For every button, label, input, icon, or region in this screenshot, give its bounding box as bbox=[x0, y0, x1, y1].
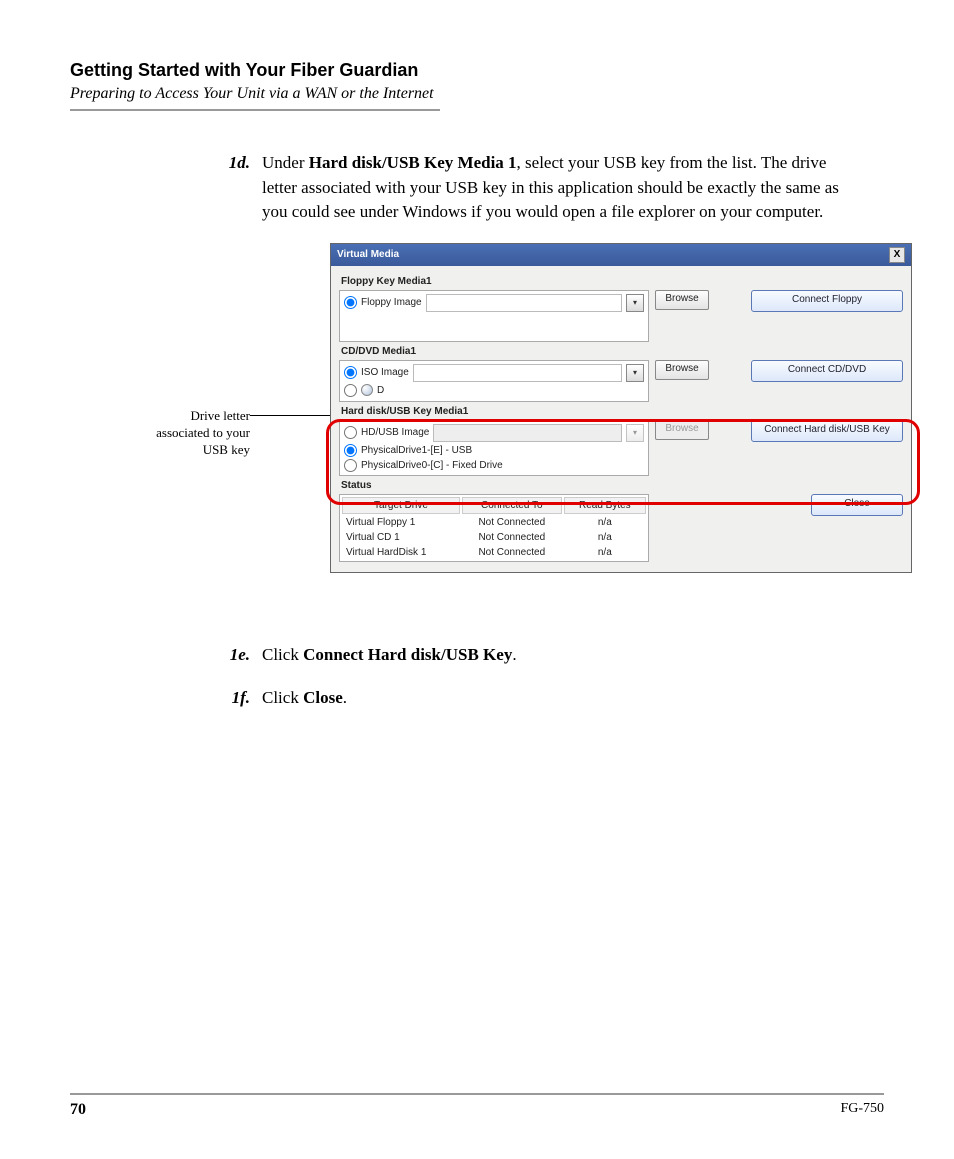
cell: n/a bbox=[564, 531, 646, 544]
dialog-titlebar[interactable]: Virtual Media X bbox=[331, 244, 911, 266]
table-row: Virtual HardDisk 1 Not Connected n/a bbox=[342, 546, 646, 559]
text: Under bbox=[262, 153, 309, 172]
step-text: Click Close. bbox=[262, 686, 844, 711]
step-number: 1d. bbox=[210, 151, 262, 225]
step-text: Under Hard disk/USB Key Media 1, select … bbox=[262, 151, 844, 225]
iso-image-radio[interactable] bbox=[344, 366, 357, 379]
footer-rule bbox=[70, 1093, 884, 1095]
step-1f: 1f. Click Close. bbox=[210, 686, 844, 711]
page-number: 70 bbox=[70, 1101, 86, 1119]
status-group-label: Status bbox=[341, 480, 903, 491]
dialog-title: Virtual Media bbox=[337, 249, 399, 260]
drive-option: PhysicalDrive1-[E] - USB bbox=[361, 445, 472, 456]
text: . bbox=[512, 645, 516, 664]
cell: Not Connected bbox=[462, 531, 562, 544]
callout-label: Drive letter associated to your USB key bbox=[150, 408, 250, 459]
col-target: Target Drive bbox=[342, 497, 460, 514]
cell: Virtual CD 1 bbox=[342, 531, 460, 544]
cell: Not Connected bbox=[462, 546, 562, 559]
hd-image-radio[interactable] bbox=[344, 426, 357, 439]
radio-label: Floppy Image bbox=[361, 297, 422, 308]
table-row: Virtual Floppy 1 Not Connected n/a bbox=[342, 516, 646, 529]
drive-option: PhysicalDrive0-[C] - Fixed Drive bbox=[361, 460, 503, 471]
col-connected: Connected To bbox=[462, 497, 562, 514]
table-row: Virtual CD 1 Not Connected n/a bbox=[342, 531, 646, 544]
iso-image-field[interactable] bbox=[413, 364, 622, 382]
step-number: 1e. bbox=[210, 643, 262, 668]
drive-letter: D bbox=[377, 385, 384, 396]
page-header-title: Getting Started with Your Fiber Guardian bbox=[70, 60, 884, 81]
cell: Virtual Floppy 1 bbox=[342, 516, 460, 529]
text: Click bbox=[262, 645, 303, 664]
col-read: Read Bytes bbox=[564, 497, 646, 514]
radio-label: HD/USB Image bbox=[361, 427, 429, 438]
bold-term: Hard disk/USB Key Media 1 bbox=[309, 153, 517, 172]
disc-icon bbox=[361, 384, 373, 396]
step-1d: 1d. Under Hard disk/USB Key Media 1, sel… bbox=[210, 151, 844, 225]
status-table: Target Drive Connected To Read Bytes Vir… bbox=[339, 494, 649, 562]
close-button[interactable]: Close bbox=[811, 494, 903, 516]
floppy-image-radio[interactable] bbox=[344, 296, 357, 309]
hd-group-label: Hard disk/USB Key Media1 bbox=[341, 406, 903, 417]
cd-drive-radio[interactable] bbox=[344, 384, 357, 397]
dropdown-icon[interactable] bbox=[626, 364, 644, 382]
cell: Virtual HardDisk 1 bbox=[342, 546, 460, 559]
cell: n/a bbox=[564, 516, 646, 529]
close-icon[interactable]: X bbox=[889, 247, 905, 263]
bold-term: Connect Hard disk/USB Key bbox=[303, 645, 512, 664]
floppy-group-label: Floppy Key Media1 bbox=[341, 276, 903, 287]
virtual-media-dialog: Virtual Media X Floppy Key Media1 Floppy… bbox=[330, 243, 912, 573]
radio-label: ISO Image bbox=[361, 367, 409, 378]
physical-drive1-radio[interactable] bbox=[344, 444, 357, 457]
browse-button[interactable]: Browse bbox=[655, 290, 709, 310]
text: . bbox=[343, 688, 347, 707]
connect-cd-button[interactable]: Connect CD/DVD bbox=[751, 360, 903, 382]
hd-image-field bbox=[433, 424, 622, 442]
bold-term: Close bbox=[303, 688, 343, 707]
browse-button: Browse bbox=[655, 420, 709, 440]
dropdown-icon[interactable] bbox=[626, 294, 644, 312]
doc-id: FG-750 bbox=[840, 1101, 884, 1119]
text: Click bbox=[262, 688, 303, 707]
page-footer: 70 FG-750 bbox=[70, 1093, 884, 1119]
floppy-image-field[interactable] bbox=[426, 294, 622, 312]
step-number: 1f. bbox=[210, 686, 262, 711]
step-text: Click Connect Hard disk/USB Key. bbox=[262, 643, 844, 668]
callout-line bbox=[250, 415, 333, 416]
cd-group-label: CD/DVD Media1 bbox=[341, 346, 903, 357]
cell: Not Connected bbox=[462, 516, 562, 529]
cell: n/a bbox=[564, 546, 646, 559]
dropdown-icon bbox=[626, 424, 644, 442]
connect-floppy-button[interactable]: Connect Floppy bbox=[751, 290, 903, 312]
browse-button[interactable]: Browse bbox=[655, 360, 709, 380]
connect-hd-button[interactable]: Connect Hard disk/USB Key bbox=[751, 420, 903, 442]
step-1e: 1e. Click Connect Hard disk/USB Key. bbox=[210, 643, 844, 668]
figure: Drive letter associated to your USB key … bbox=[150, 243, 884, 613]
header-rule bbox=[70, 109, 440, 111]
page-header-subtitle: Preparing to Access Your Unit via a WAN … bbox=[70, 85, 884, 103]
physical-drive0-radio[interactable] bbox=[344, 459, 357, 472]
